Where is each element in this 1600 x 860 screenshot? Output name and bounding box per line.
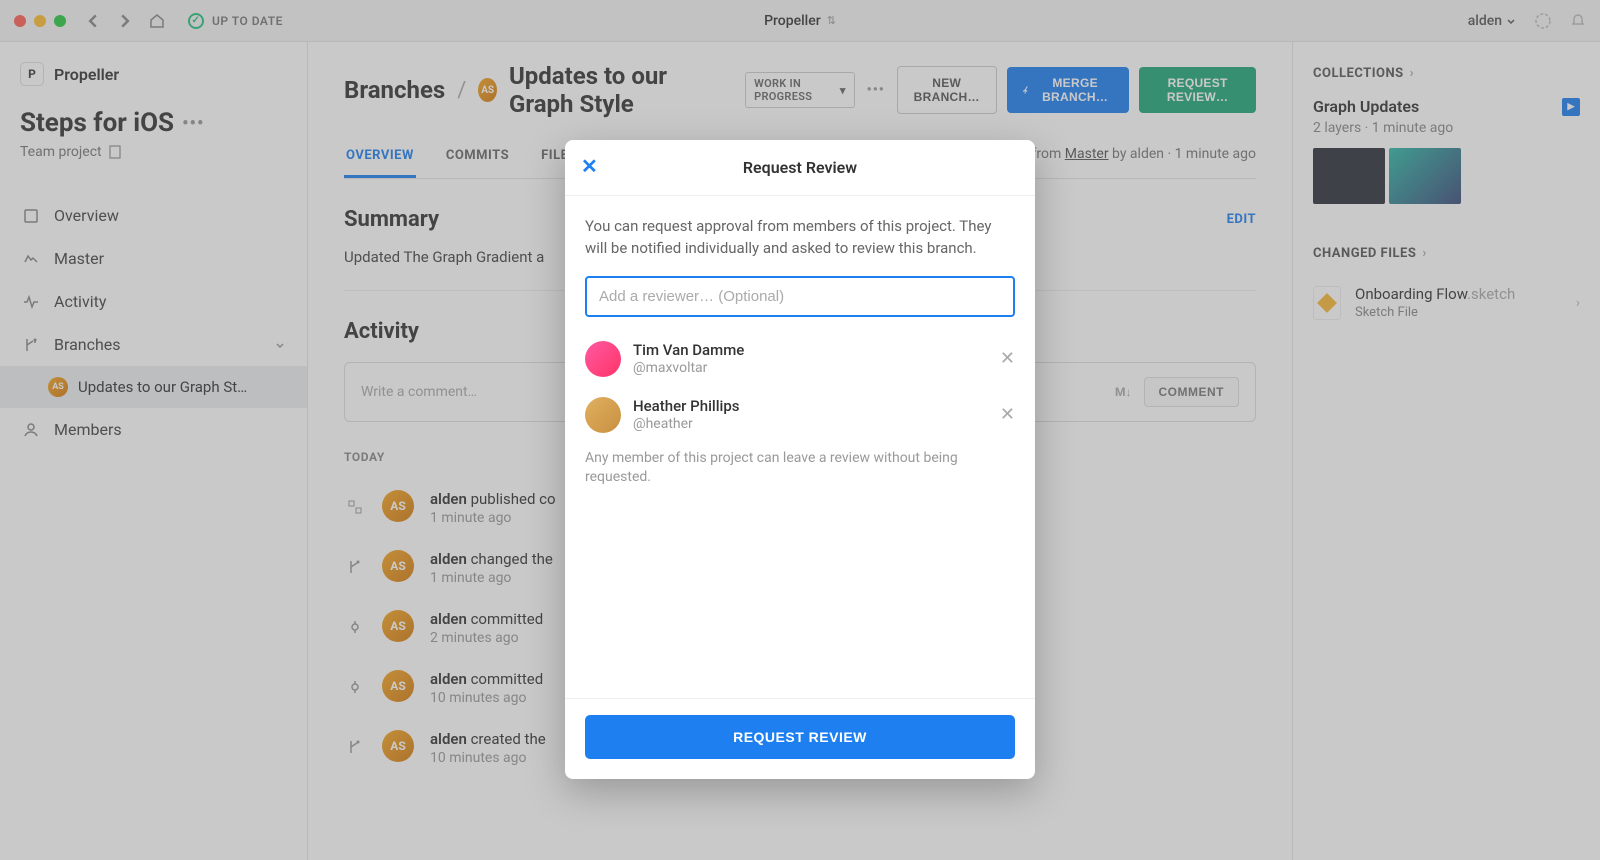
avatar — [585, 341, 621, 377]
reviewer-input[interactable] — [585, 276, 1015, 317]
request-review-modal: ✕ Request Review You can request approva… — [565, 140, 1035, 779]
reviewer-list: Tim Van Damme@maxvoltar ✕ Heather Philli… — [585, 331, 1015, 443]
modal-description: You can request approval from members of… — [585, 216, 1015, 260]
reviewer-item: Tim Van Damme@maxvoltar ✕ — [585, 331, 1015, 387]
reviewer-item: Heather Phillips@heather ✕ — [585, 387, 1015, 443]
modal-footer: REQUEST REVIEW — [565, 698, 1035, 779]
modal-body: You can request approval from members of… — [565, 196, 1035, 698]
remove-reviewer-icon[interactable]: ✕ — [1000, 348, 1015, 369]
modal-header: ✕ Request Review — [565, 140, 1035, 196]
remove-reviewer-icon[interactable]: ✕ — [1000, 404, 1015, 425]
close-icon[interactable]: ✕ — [581, 156, 598, 176]
avatar — [585, 397, 621, 433]
modal-title: Request Review — [743, 158, 857, 177]
modal-note: Any member of this project can leave a r… — [585, 449, 1015, 698]
modal-overlay[interactable]: ✕ Request Review You can request approva… — [0, 0, 1600, 860]
request-review-submit-button[interactable]: REQUEST REVIEW — [585, 715, 1015, 759]
